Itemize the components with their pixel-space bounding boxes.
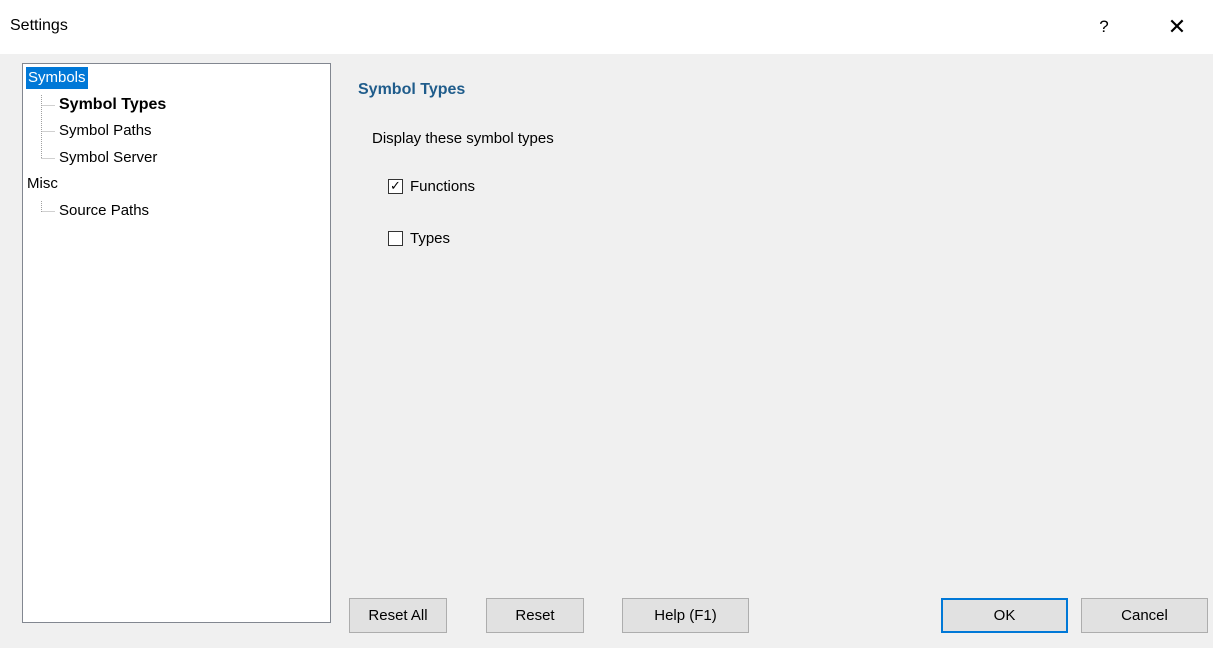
- functions-checkbox[interactable]: ✓ Functions: [388, 178, 475, 198]
- types-checkbox[interactable]: Types: [388, 230, 450, 250]
- tree-item-symbol-server[interactable]: Symbol Server: [59, 147, 157, 169]
- section-title: Symbol Types: [358, 81, 466, 98]
- types-checkbox-label: Types: [410, 230, 451, 248]
- title-bar: Settings ? ✕: [0, 0, 1213, 54]
- checkbox-checked-icon[interactable]: ✓: [388, 178, 403, 194]
- reset-all-button[interactable]: Reset All: [349, 598, 447, 633]
- section-description: Display these symbol types: [372, 130, 554, 147]
- tree-item-symbol-paths[interactable]: Symbol Paths: [59, 120, 152, 142]
- tree-item-source-paths[interactable]: Source Paths: [59, 200, 149, 222]
- tree-item-symbol-types[interactable]: Symbol Types: [59, 94, 166, 116]
- tree-item-misc[interactable]: Misc: [27, 173, 58, 195]
- reset-button[interactable]: Reset: [486, 598, 584, 633]
- close-icon[interactable]: ✕: [1162, 12, 1192, 42]
- help-button[interactable]: Help (F1): [622, 598, 749, 633]
- settings-tree[interactable]: Symbols Symbol Types Symbol Paths Symbol…: [22, 63, 331, 623]
- tree-item-symbols[interactable]: Symbols: [26, 67, 88, 89]
- checkbox-unchecked-icon[interactable]: [388, 230, 403, 246]
- settings-dialog: Settings ? ✕ Symbols Symbol Types Symbol…: [0, 0, 1213, 648]
- help-question-icon[interactable]: ?: [1089, 12, 1119, 42]
- ok-button[interactable]: OK: [941, 598, 1068, 633]
- window-title: Settings: [10, 17, 68, 34]
- functions-checkbox-label: Functions: [410, 178, 476, 196]
- cancel-button[interactable]: Cancel: [1081, 598, 1208, 633]
